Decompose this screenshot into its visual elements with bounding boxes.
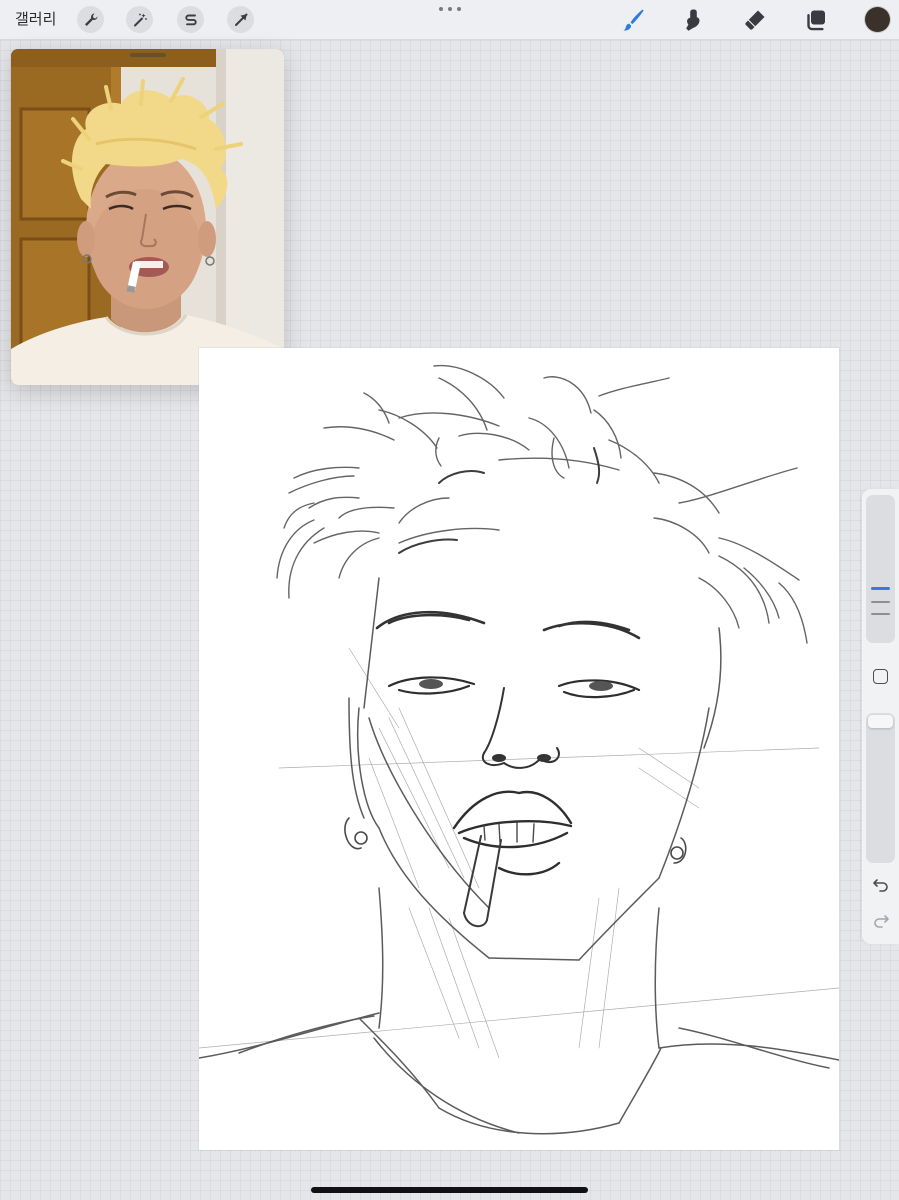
eraser-icon	[745, 10, 765, 30]
actions-button[interactable]	[77, 6, 104, 33]
erase-tool-button[interactable]	[740, 5, 770, 35]
undo-icon	[873, 879, 888, 892]
paint-tool-button[interactable]	[618, 5, 648, 35]
dot-icon	[439, 7, 443, 11]
transform-button[interactable]	[227, 6, 254, 33]
home-indicator[interactable]	[311, 1187, 588, 1193]
top-toolbar: 갤러리	[0, 0, 899, 40]
reference-window[interactable]	[11, 49, 284, 385]
redo-button[interactable]	[870, 911, 892, 931]
redo-icon	[874, 915, 889, 928]
layers-button[interactable]	[801, 5, 831, 35]
magic-wand-icon	[133, 13, 147, 26]
selection-button[interactable]	[177, 6, 204, 33]
drawing-canvas[interactable]	[198, 348, 840, 1150]
adjustments-button[interactable]	[126, 6, 153, 33]
opacity-slider[interactable]	[866, 713, 895, 863]
wrench-icon	[84, 13, 97, 26]
color-picker-button[interactable]	[865, 7, 890, 32]
brush-icon	[623, 9, 644, 31]
opacity-slider-thumb[interactable]	[868, 715, 893, 728]
brush-size-slider[interactable]	[866, 495, 895, 643]
dot-icon	[457, 7, 461, 11]
dot-icon	[448, 7, 452, 11]
brush-size-level-indicator	[871, 587, 890, 590]
layers-icon	[807, 10, 825, 31]
selection-s-icon	[184, 14, 197, 25]
reference-drag-handle[interactable]	[130, 53, 166, 57]
slider-grip-line	[871, 613, 890, 615]
modify-button[interactable]	[873, 669, 888, 684]
side-toolbar	[862, 489, 899, 944]
pencil-sketch	[198, 364, 840, 1135]
slider-grip-line	[871, 601, 890, 603]
smudge-icon	[686, 9, 700, 31]
procreate-app: 갤러리	[0, 0, 899, 1200]
transform-arrow-icon	[234, 13, 247, 26]
undo-button[interactable]	[870, 875, 892, 895]
gallery-button[interactable]: 갤러리	[15, 8, 56, 29]
smudge-tool-button[interactable]	[678, 5, 708, 35]
more-options-dots[interactable]	[439, 2, 461, 16]
reference-photo	[11, 49, 284, 385]
